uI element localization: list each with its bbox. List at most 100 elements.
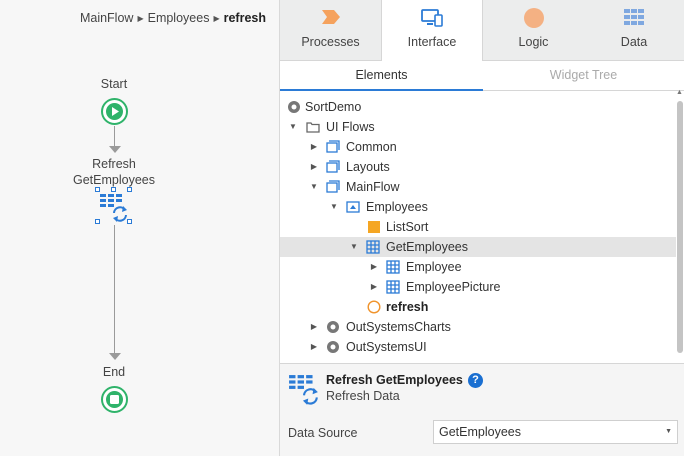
tree-item-label: Layouts [346, 160, 390, 174]
caret-right-icon[interactable]: ▶ [369, 257, 379, 277]
caret-right-icon[interactable]: ▶ [309, 157, 319, 177]
breadcrumb-separator-icon: ▶ [137, 14, 144, 23]
screen-icon [346, 201, 360, 213]
flow-icon [326, 140, 340, 153]
properties-panel: Refresh GetEmployees ? Refresh Data Data… [280, 363, 684, 456]
process-chevron-icon [321, 10, 340, 24]
tree-item-label: EmployeePicture [406, 280, 501, 294]
right-panel: Processes Interface Logic Data Elements … [280, 0, 684, 456]
tree-item-outsystemsui[interactable]: ▶ OutSystemsUI [280, 337, 676, 357]
caret-right-icon[interactable]: ▶ [309, 317, 319, 337]
sub-tab-bar: Elements Widget Tree [280, 61, 684, 91]
refresh-data-icon [100, 194, 127, 222]
monitor-icon [421, 9, 443, 27]
breadcrumb-separator-icon: ▶ [213, 14, 220, 23]
start-node[interactable] [101, 98, 128, 125]
tree-item-ui-flows[interactable]: ▼ UI Flows [280, 117, 676, 137]
action-circle-icon [367, 300, 381, 314]
caret-right-icon[interactable]: ▶ [309, 137, 319, 157]
tab-interface-label: Interface [407, 35, 457, 49]
tab-processes-label: Processes [301, 35, 360, 49]
caret-down-icon[interactable]: ▼ [329, 197, 339, 217]
flow-arrow-icon [109, 353, 121, 360]
caret-down-icon[interactable]: ▼ [288, 117, 298, 137]
flow-canvas[interactable]: MainFlow ▶ Employees ▶ refresh Start Refresh… [0, 0, 280, 456]
tree-item-label: OutSystemsUI [346, 340, 427, 354]
data-source-value: GetEmployees [439, 425, 521, 439]
flow-icon [326, 160, 340, 173]
logic-circle-icon [523, 8, 544, 28]
flow-connector [114, 126, 115, 146]
flow-arrow-icon [109, 146, 121, 153]
breadcrumb: MainFlow ▶ Employees ▶ refresh [80, 11, 266, 25]
tab-elements[interactable]: Elements [280, 61, 483, 91]
selection-handle[interactable] [95, 187, 100, 192]
tab-data-label: Data [620, 35, 648, 49]
caret-down-icon[interactable]: ▼ [309, 177, 319, 197]
scroll-thumb[interactable] [677, 101, 683, 353]
tree-item-employee[interactable]: ▶ Employee [280, 257, 676, 277]
action-label: Refresh GetEmployees [54, 156, 174, 188]
breadcrumb-item-mainflow[interactable]: MainFlow [80, 11, 134, 25]
module-icon [327, 341, 339, 353]
tree-item-layouts[interactable]: ▶ Layouts [280, 157, 676, 177]
tree-item-listsort[interactable]: ListSort [280, 217, 676, 237]
tree-item-employees[interactable]: ▼ Employees [280, 197, 676, 217]
tree-item-label: ListSort [386, 220, 429, 234]
refresh-action-node[interactable] [95, 187, 132, 224]
main-tab-bar: Processes Interface Logic Data [280, 0, 684, 62]
help-icon[interactable]: ? [468, 373, 483, 388]
scroll-up-icon[interactable]: ▲ [676, 89, 683, 96]
chevron-down-icon: ▼ [665, 428, 672, 435]
flow-connector [114, 225, 115, 353]
caret-down-icon[interactable]: ▼ [349, 237, 359, 257]
breadcrumb-item-employees[interactable]: Employees [148, 11, 210, 25]
module-icon [288, 101, 300, 113]
tree-item-label: OutSystemsCharts [346, 320, 451, 334]
properties-subtitle: Refresh Data [326, 389, 400, 403]
tree-item-label: SortDemo [305, 100, 362, 114]
widget-icon [368, 221, 380, 233]
play-icon [106, 103, 123, 120]
tree-item-employeepicture[interactable]: ▶ EmployeePicture [280, 277, 676, 297]
tab-logic[interactable]: Logic [483, 0, 584, 61]
refresh-data-icon [289, 375, 318, 405]
action-label-line1: Refresh [92, 157, 136, 171]
tab-data[interactable]: Data [584, 0, 684, 61]
tree-item-label: Employee [406, 260, 462, 274]
entity-icon [386, 260, 400, 274]
tree-item-sortdemo[interactable]: SortDemo [280, 97, 676, 117]
tree-item-label: refresh [386, 300, 429, 314]
aggregate-icon [366, 240, 380, 254]
tab-logic-label: Logic [518, 35, 549, 49]
tree-scrollbar[interactable]: ▲ [676, 89, 683, 363]
caret-right-icon[interactable]: ▶ [369, 277, 379, 297]
caret-right-icon[interactable]: ▶ [309, 337, 319, 357]
tree-item-label: Employees [366, 200, 428, 214]
folder-icon [306, 122, 320, 133]
tree-item-getemployees[interactable]: ▼ GetEmployees [280, 237, 676, 257]
data-source-label: Data Source [288, 426, 358, 440]
module-icon [327, 321, 339, 333]
flow-icon [326, 180, 340, 193]
selection-handle[interactable] [127, 187, 132, 192]
tab-interface[interactable]: Interface [381, 0, 483, 62]
tree-item-label: Common [346, 140, 397, 154]
tree-item-common[interactable]: ▶ Common [280, 137, 676, 157]
start-label: Start [100, 77, 128, 91]
properties-title: Refresh GetEmployees [326, 373, 463, 387]
data-grid-icon [624, 9, 644, 25]
entity-icon [386, 280, 400, 294]
tree-item-label: GetEmployees [386, 240, 468, 254]
elements-tree: SortDemo ▼ UI Flows ▶ Common ▶ Layouts ▼… [280, 97, 676, 363]
data-source-select[interactable]: GetEmployees ▼ [433, 420, 678, 444]
tree-item-label: MainFlow [346, 180, 400, 194]
tree-item-refresh[interactable]: refresh [280, 297, 676, 317]
tree-item-outsystemscharts[interactable]: ▶ OutSystemsCharts [280, 317, 676, 337]
selection-handle[interactable] [111, 187, 116, 192]
tab-processes[interactable]: Processes [280, 0, 381, 61]
tree-item-mainflow[interactable]: ▼ MainFlow [280, 177, 676, 197]
end-label: End [102, 365, 126, 379]
tab-widget-tree[interactable]: Widget Tree [483, 61, 684, 91]
end-node[interactable] [101, 386, 128, 413]
